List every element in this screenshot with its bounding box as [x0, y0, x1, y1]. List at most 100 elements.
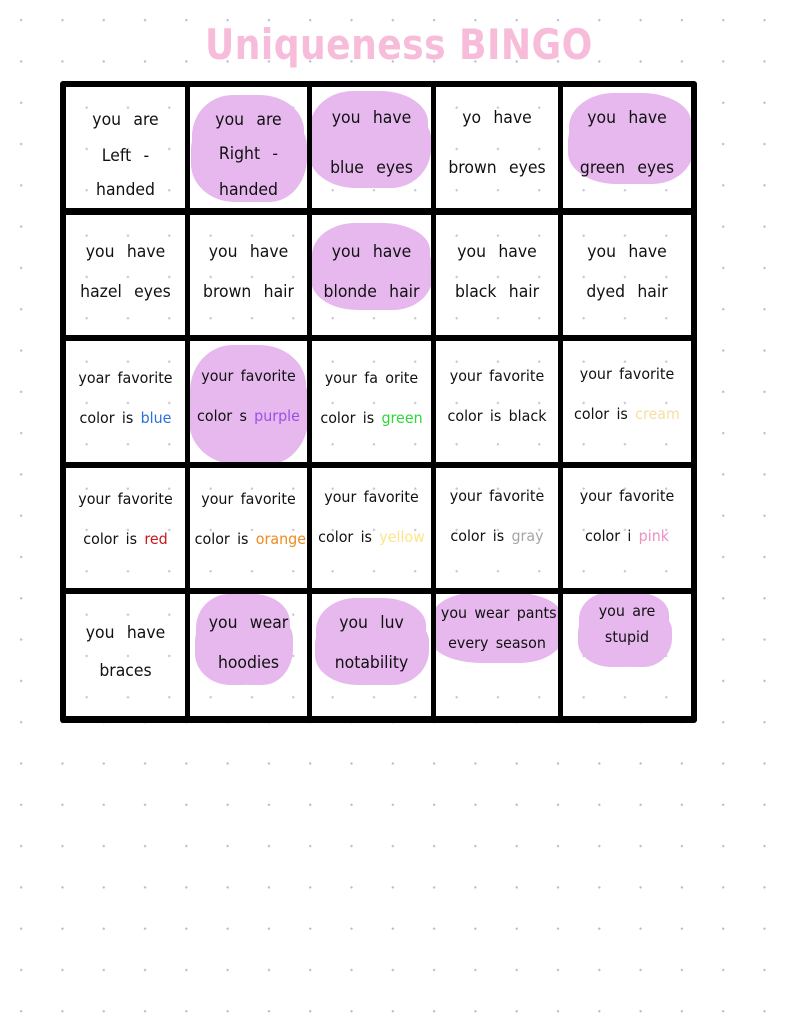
color-word: blue: [133, 409, 172, 427]
cell-text: handed: [219, 180, 278, 200]
cell-background: [190, 215, 307, 335]
bingo-cell[interactable]: yoar favorite color is blue: [66, 341, 185, 462]
cell-text: hoodies: [217, 653, 280, 673]
cell-text-line: brown eyes: [441, 157, 553, 179]
bingo-cell[interactable]: your favorite color is gray: [436, 468, 558, 588]
cell-text: color i: [585, 527, 632, 545]
bingo-cell[interactable]: you wear hoodies: [190, 594, 307, 716]
cell-text: you have: [331, 108, 412, 128]
bingo-cell[interactable]: your favorite color s purple: [190, 341, 307, 462]
cell-text: you are: [215, 110, 282, 130]
cell-text: you have: [587, 242, 667, 262]
cell-text: color is black: [447, 407, 547, 425]
cell-text-line: color i pink: [568, 525, 686, 547]
cell-text-line: you have: [195, 241, 303, 263]
color-word: purple: [246, 407, 300, 425]
cell-text-line: dyed hair: [568, 281, 686, 303]
cell-text-line: your favorite: [317, 486, 426, 508]
bingo-cell[interactable]: you have dyed hair: [563, 215, 691, 335]
cell-text: you wear pants: [440, 604, 557, 622]
cell-text-line: color s purple: [195, 405, 303, 427]
bingo-cell[interactable]: yo have brown eyes: [436, 87, 558, 208]
cell-text: your favorite: [201, 367, 296, 385]
cell-text: color is: [320, 409, 375, 427]
color-word: green: [374, 409, 423, 427]
bingo-cell[interactable]: you have hazel eyes: [66, 215, 185, 335]
bingo-cell[interactable]: you are Right - handed: [190, 87, 307, 208]
cell-text-line: Left -: [71, 145, 180, 167]
cell-text-line: you are: [195, 109, 303, 131]
cell-text: brown hair: [203, 282, 294, 302]
cell-text-line: your favorite: [195, 488, 303, 510]
cell-text-line: blue eyes: [317, 157, 426, 179]
bingo-cell[interactable]: you have black hair: [436, 215, 558, 335]
cell-text-line: stupid: [568, 626, 686, 648]
cell-text-line: you have: [71, 622, 180, 644]
cell-text-line: color is green: [317, 407, 426, 429]
bingo-cell[interactable]: you are Left - handed: [66, 87, 185, 208]
cell-text: you have: [587, 108, 667, 128]
bingo-cell[interactable]: you are stupid: [563, 594, 691, 716]
cell-text: Right -: [218, 144, 279, 164]
cell-text: color is: [79, 409, 134, 427]
bingo-cell[interactable]: your favorite color is red: [66, 468, 185, 588]
cell-text: your fa orite: [324, 369, 419, 387]
cell-text-line: every season: [441, 632, 553, 654]
cell-text-line: you are: [568, 600, 686, 622]
cell-text: your favorite: [449, 367, 545, 385]
cell-text-line: yo have: [441, 107, 553, 129]
cell-background: [436, 341, 558, 462]
bingo-cell[interactable]: you wear pants every season: [436, 594, 558, 716]
cell-text: Left -: [101, 146, 150, 166]
cell-text-line: you are: [71, 109, 180, 131]
bingo-cell[interactable]: your fa orite color is green: [312, 341, 431, 462]
bingo-cell[interactable]: your favorite color is yellow: [312, 468, 431, 588]
bingo-cell[interactable]: you have blonde hair: [312, 215, 431, 335]
bingo-board: you are Left - handed you are Right - handed y…: [60, 81, 697, 723]
cell-text-line: your favorite: [441, 485, 553, 507]
bingo-cell[interactable]: you have blue eyes: [312, 87, 431, 208]
cell-background: [436, 87, 558, 208]
bingo-cell[interactable]: you luv notability: [312, 594, 431, 716]
cell-text-line: you have: [441, 241, 553, 263]
cell-text: hazel eyes: [80, 282, 171, 302]
cell-text: you are: [598, 602, 656, 620]
cell-text: you luv: [339, 613, 404, 633]
cell-text: your favorite: [78, 490, 173, 508]
bingo-cell[interactable]: your favorite color is cream: [563, 341, 691, 462]
cell-text: dyed hair: [586, 282, 668, 302]
cell-text-line: color is gray: [441, 525, 553, 547]
cell-text-line: braces: [71, 660, 180, 682]
cell-background: [563, 215, 691, 335]
color-word: orange: [248, 530, 306, 548]
cell-text: every season: [448, 634, 546, 652]
cell-text-line: color is black: [441, 405, 553, 427]
cell-text-line: color is cream: [568, 403, 686, 425]
bingo-cell[interactable]: your favorite color is orange: [190, 468, 307, 588]
cell-text: you are: [92, 110, 159, 130]
cell-text-line: blonde hair: [317, 281, 426, 303]
bingo-cell[interactable]: you have braces: [66, 594, 185, 716]
bingo-cell[interactable]: your favorite color is black: [436, 341, 558, 462]
bingo-cell[interactable]: your favorite color i pink: [563, 468, 691, 588]
cell-text-line: black hair: [441, 281, 553, 303]
cell-text-line: Right -: [195, 143, 303, 165]
cell-text-line: green eyes: [568, 157, 686, 179]
cell-text: your favorite: [201, 490, 296, 508]
cell-background: [436, 215, 558, 335]
cell-background: [563, 341, 691, 462]
cell-text: color is: [450, 527, 505, 545]
cell-text-line: your fa orite: [317, 367, 426, 389]
cell-text-line: brown hair: [195, 281, 303, 303]
cell-background: [312, 341, 431, 462]
cell-text-line: hoodies: [195, 652, 303, 674]
cell-text: blonde hair: [323, 282, 420, 302]
cell-text: handed: [96, 180, 155, 200]
cell-text: color s: [197, 407, 247, 425]
cell-text-line: you have: [317, 241, 426, 263]
bingo-cell[interactable]: you have green eyes: [563, 87, 691, 208]
cell-text: your favorite: [449, 487, 545, 505]
cell-text-line: you wear: [195, 612, 303, 634]
bingo-cell[interactable]: you have brown hair: [190, 215, 307, 335]
bingo-title: Uniqueness BINGO: [205, 20, 593, 69]
